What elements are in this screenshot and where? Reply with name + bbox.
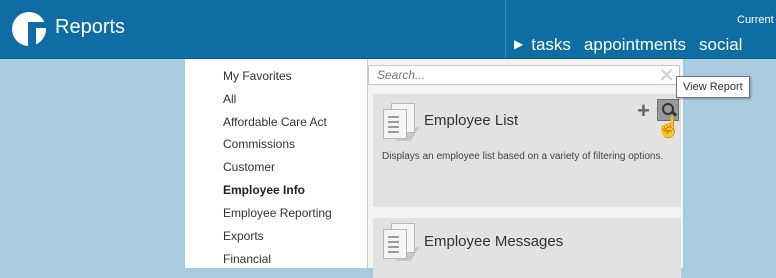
search-box: ✕ bbox=[368, 63, 680, 88]
category-my-favorites[interactable]: My Favorites bbox=[223, 69, 292, 83]
close-icon[interactable]: ✕ bbox=[658, 63, 675, 88]
nav-item-tasks[interactable]: tasks bbox=[531, 35, 571, 54]
category-financial[interactable]: Financial bbox=[223, 252, 271, 266]
left-background bbox=[0, 59, 185, 268]
reports-panel: ✕ Employee List Displays an employee lis… bbox=[367, 59, 683, 278]
report-document-icon bbox=[381, 103, 420, 141]
plus-icon[interactable]: + bbox=[637, 98, 650, 124]
hand-cursor-icon: ☝ bbox=[656, 117, 681, 139]
search-input[interactable] bbox=[369, 66, 657, 84]
nav-item-social[interactable]: social bbox=[699, 35, 742, 54]
category-commissions[interactable]: Commissions bbox=[223, 137, 295, 151]
nav-item-appointments[interactable]: appointments bbox=[584, 35, 686, 54]
app-header: Reports Current ▶ tasks appointments social bbox=[0, 0, 776, 59]
current-label: Current bbox=[737, 14, 774, 26]
top-nav: ▶ tasks appointments social bbox=[514, 35, 755, 55]
play-icon: ▶ bbox=[514, 37, 524, 51]
view-report-tooltip: View Report bbox=[676, 76, 750, 98]
report-title[interactable]: Employee List bbox=[424, 112, 518, 129]
category-customer[interactable]: Customer bbox=[223, 160, 275, 174]
report-description: Displays an employee list based on a var… bbox=[382, 151, 664, 162]
category-exports[interactable]: Exports bbox=[223, 229, 264, 243]
header-divider bbox=[505, 0, 506, 58]
category-affordable-care-act[interactable]: Affordable Care Act bbox=[223, 115, 327, 129]
app-title[interactable]: Reports bbox=[55, 16, 125, 39]
category-employee-info[interactable]: Employee Info bbox=[223, 183, 305, 197]
app-logo-icon[interactable] bbox=[12, 12, 46, 46]
report-document-icon bbox=[381, 223, 420, 261]
category-employee-reporting[interactable]: Employee Reporting bbox=[223, 206, 332, 220]
report-card-employee-list[interactable]: Employee List Displays an employee list … bbox=[373, 94, 681, 207]
report-title[interactable]: Employee Messages bbox=[424, 233, 563, 250]
category-all[interactable]: All bbox=[223, 92, 236, 106]
report-categories: My Favorites All Affordable Care Act Com… bbox=[185, 59, 367, 268]
report-card-employee-messages[interactable]: Employee Messages bbox=[373, 218, 681, 278]
